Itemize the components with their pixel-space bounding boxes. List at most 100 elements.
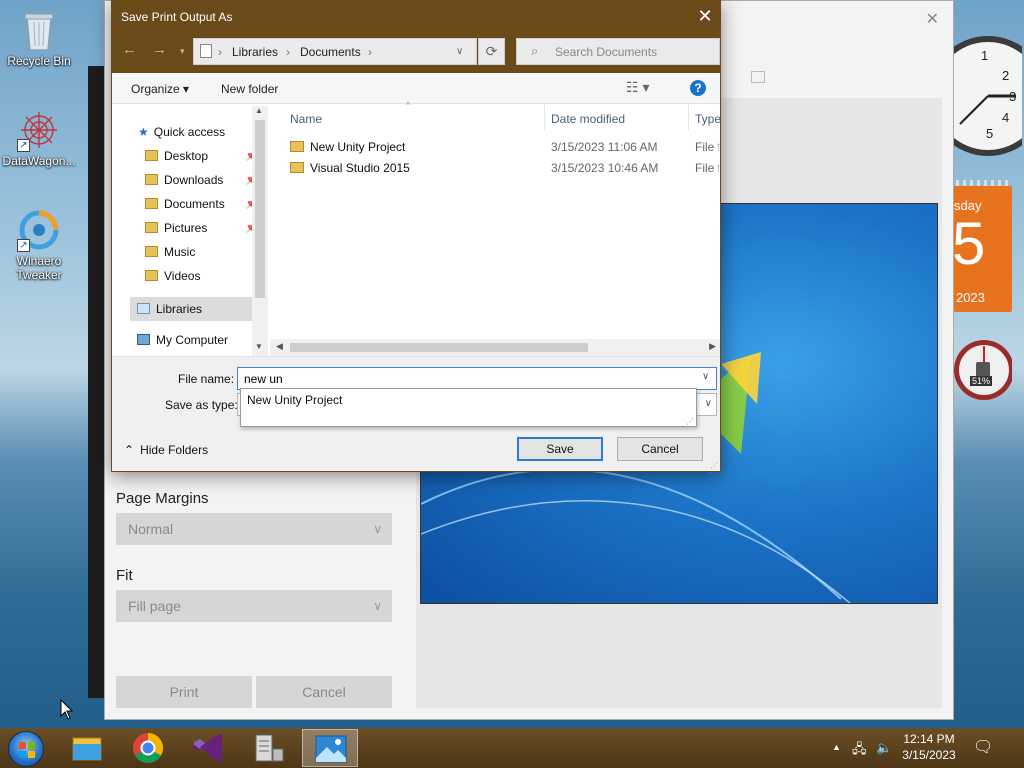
back-arrow-icon[interactable]: ← bbox=[122, 41, 137, 58]
folder-icon bbox=[290, 162, 304, 173]
fullscreen-icon[interactable] bbox=[751, 71, 765, 83]
volume-icon[interactable]: 🔈 bbox=[876, 740, 892, 756]
cpu-meter-gadget[interactable]: 51% bbox=[952, 336, 1014, 406]
datawagon-icon: ↗ bbox=[17, 108, 61, 152]
file-date: 3/15/2023 11:06 AM bbox=[551, 140, 658, 154]
print-cancel-button[interactable]: Cancel bbox=[256, 676, 392, 708]
recycle-bin-shortcut[interactable]: Recycle Bin bbox=[1, 8, 77, 68]
file-row[interactable]: New Unity Project 3/15/2023 11:06 AM Fil… bbox=[270, 136, 720, 157]
fit-value: Fill page bbox=[128, 598, 181, 614]
action-center-icon[interactable]: 🗨 bbox=[973, 737, 993, 757]
datawagon-label: DataWagon... bbox=[2, 154, 76, 168]
folder-icon bbox=[145, 270, 158, 281]
column-header-date[interactable]: Date modified bbox=[551, 112, 625, 126]
winaero-tweaker-shortcut[interactable]: ↗ Winaero Tweaker bbox=[1, 208, 77, 282]
column-header-name[interactable]: Name bbox=[290, 112, 322, 126]
taskbar-photos[interactable] bbox=[302, 729, 358, 767]
hide-folders-toggle[interactable]: ⌃ Hide Folders bbox=[124, 443, 208, 457]
forward-arrow-icon[interactable]: → bbox=[152, 41, 167, 58]
page-margins-select[interactable]: Normal ∨ bbox=[116, 513, 392, 545]
nav-pictures[interactable]: Pictures 📌 bbox=[145, 217, 259, 239]
hide-folders-label: Hide Folders bbox=[140, 443, 209, 457]
dialog-footer: File name: ∨ Save as type: ∨ New Unity P… bbox=[112, 356, 720, 471]
address-bar[interactable]: › Libraries › Documents › ∨ bbox=[193, 38, 477, 65]
nav-quick-access[interactable]: ★ Quick access bbox=[138, 121, 225, 143]
hscroll-thumb[interactable] bbox=[290, 343, 588, 352]
taskbar-file-explorer[interactable] bbox=[59, 729, 115, 767]
taskbar-chrome[interactable] bbox=[120, 729, 176, 767]
file-list-hscrollbar[interactable]: ◀ ▶ bbox=[270, 339, 720, 356]
print-close-button[interactable]: ✕ bbox=[926, 9, 939, 29]
breadcrumb-separator: › bbox=[286, 45, 290, 59]
folder-icon bbox=[145, 150, 158, 161]
file-name-dropdown-icon[interactable]: ∨ bbox=[702, 371, 709, 382]
datawagon-shortcut[interactable]: ↗ DataWagon... bbox=[1, 108, 77, 168]
computer-icon bbox=[137, 334, 150, 345]
dialog-titlebar: Save Print Output As ✕ ← → ▾ › Libraries… bbox=[112, 1, 720, 73]
nav-scrollbar[interactable]: ▲ ▼ bbox=[252, 106, 268, 356]
tray-clock[interactable]: 12:14 PM 3/15/2023 bbox=[898, 731, 960, 763]
scroll-down-icon[interactable]: ▼ bbox=[255, 342, 263, 351]
address-dropdown-icon[interactable]: ∨ bbox=[456, 46, 463, 57]
folder-icon bbox=[290, 141, 304, 152]
resize-grip-icon[interactable]: ⋰ bbox=[686, 417, 694, 426]
library-icon bbox=[200, 44, 212, 58]
column-header-type[interactable]: Type bbox=[695, 112, 721, 126]
new-folder-button[interactable]: New folder bbox=[221, 82, 278, 96]
calendar-gadget[interactable]: sday 5 2023 bbox=[952, 180, 1012, 312]
autocomplete-option[interactable]: New Unity Project bbox=[247, 393, 342, 407]
scroll-right-icon[interactable]: ▶ bbox=[709, 341, 716, 352]
cancel-button[interactable]: Cancel bbox=[617, 437, 703, 461]
command-bar: Organize ▾ New folder ☷ ▾ ? bbox=[112, 73, 720, 104]
breadcrumb-documents[interactable]: Documents bbox=[300, 45, 361, 59]
chrome-icon bbox=[132, 733, 164, 764]
breadcrumb-libraries[interactable]: Libraries bbox=[232, 45, 278, 59]
file-list: ^ Name Date modified Type New Unity Proj… bbox=[270, 100, 721, 356]
start-button[interactable] bbox=[8, 731, 44, 767]
taskbar-visual-studio[interactable] bbox=[180, 729, 236, 767]
nav-libraries[interactable]: Libraries bbox=[137, 298, 202, 320]
dialog-resize-grip-icon[interactable]: ⋰ bbox=[710, 461, 718, 470]
nav-scroll-thumb[interactable] bbox=[255, 120, 265, 298]
dialog-title: Save Print Output As bbox=[121, 10, 233, 24]
star-icon: ★ bbox=[138, 125, 149, 139]
nav-label: Videos bbox=[164, 269, 201, 283]
windows-logo-icon bbox=[19, 742, 35, 758]
help-icon[interactable]: ? bbox=[690, 80, 706, 96]
organize-menu[interactable]: Organize ▾ bbox=[131, 82, 189, 96]
library-icon bbox=[137, 303, 150, 314]
dialog-close-button[interactable]: ✕ bbox=[694, 5, 716, 27]
nav-desktop[interactable]: Desktop 📌 bbox=[145, 145, 259, 167]
refresh-button[interactable]: ⟳ bbox=[478, 38, 505, 65]
fit-select[interactable]: Fill page ∨ bbox=[116, 590, 392, 622]
search-box[interactable]: ⌕ Search Documents bbox=[516, 38, 720, 65]
nav-music[interactable]: Music bbox=[145, 241, 195, 263]
save-print-output-dialog: Save Print Output As ✕ ← → ▾ › Libraries… bbox=[111, 0, 721, 472]
nav-downloads[interactable]: Downloads 📌 bbox=[145, 169, 259, 191]
nav-my-computer[interactable]: My Computer bbox=[137, 329, 228, 351]
photos-icon bbox=[315, 735, 347, 763]
print-button[interactable]: Print bbox=[116, 676, 252, 708]
file-row[interactable]: Visual Studio 2015 3/15/2023 10:46 AM Fi… bbox=[270, 157, 720, 178]
scroll-left-icon[interactable]: ◀ bbox=[276, 341, 283, 352]
taskbar-server-app[interactable] bbox=[240, 729, 296, 767]
server-icon bbox=[255, 734, 284, 762]
calendar-day: 5 bbox=[952, 210, 986, 277]
network-icon[interactable]: 🖧 bbox=[852, 740, 867, 762]
view-options-icon[interactable]: ☷ ▾ bbox=[626, 79, 649, 96]
scroll-up-icon[interactable]: ▲ bbox=[255, 106, 263, 115]
folder-icon bbox=[145, 222, 158, 233]
window-edge bbox=[88, 66, 104, 698]
folder-icon bbox=[145, 174, 158, 185]
nav-videos[interactable]: Videos bbox=[145, 265, 200, 287]
winaero-tweaker-icon: ↗ bbox=[17, 208, 61, 252]
calendar-year: 2023 bbox=[956, 290, 985, 305]
svg-text:4: 4 bbox=[1002, 110, 1009, 125]
page-margins-label: Page Margins bbox=[116, 490, 209, 507]
show-hidden-icons[interactable]: ▲ bbox=[832, 742, 841, 752]
file-name-input[interactable] bbox=[237, 367, 717, 390]
clock-gadget[interactable]: 23451 bbox=[928, 34, 1024, 158]
save-button[interactable]: Save bbox=[517, 437, 603, 461]
nav-documents[interactable]: Documents 📌 bbox=[145, 193, 259, 215]
recent-dropdown-icon[interactable]: ▾ bbox=[180, 46, 185, 57]
